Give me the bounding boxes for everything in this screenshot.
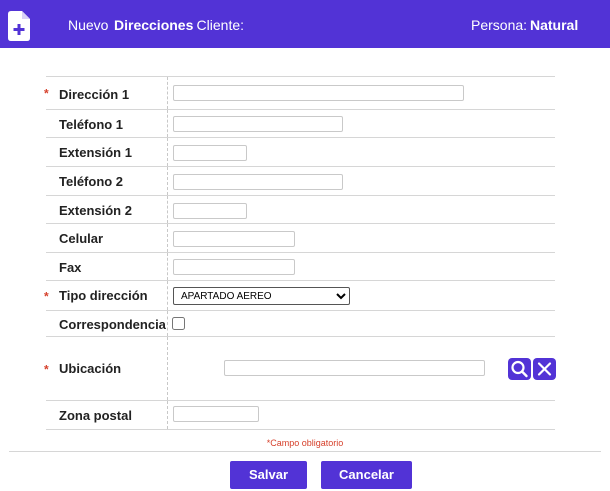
mobile-input[interactable] — [173, 231, 295, 247]
phone2-label: Teléfono 2 — [59, 174, 124, 189]
address1-input[interactable] — [173, 85, 464, 101]
new-document-icon — [8, 11, 30, 41]
row-address1: * Dirección 1 — [44, 76, 555, 110]
row-phone2: Teléfono 2 — [46, 166, 555, 196]
row-ext1: Extensión 1 — [46, 137, 555, 167]
row-mobile: Celular — [46, 223, 555, 253]
cancel-button[interactable]: Cancelar — [321, 461, 412, 489]
required-marker: * — [44, 289, 49, 304]
header-prefix: Nuevo — [68, 17, 109, 33]
location-input[interactable] — [224, 360, 485, 376]
location-label: Ubicación — [59, 361, 122, 376]
ext1-input[interactable] — [173, 145, 247, 161]
header-person-value: Natural — [530, 17, 579, 33]
required-marker: * — [44, 362, 49, 377]
required-field-note: *Campo obligatorio — [266, 438, 344, 448]
ext1-label: Extensión 1 — [59, 145, 132, 160]
correspondence-label: Correspondencia — [59, 317, 166, 332]
row-location: * Ubicación — [44, 336, 556, 401]
zip-label: Zona postal — [59, 408, 132, 423]
phone1-label: Teléfono 1 — [59, 117, 124, 132]
top-bar: Nuevo Direcciones - Cliente: Persona: Na… — [0, 0, 610, 48]
row-ext2: Extensión 2 — [46, 195, 555, 224]
mobile-label: Celular — [59, 231, 104, 246]
search-icon — [511, 360, 528, 378]
address-type-select[interactable]: APARTADO AEREO — [173, 287, 350, 305]
header-person-label: Persona: — [471, 17, 528, 33]
address-form: * Dirección 1 Teléfono 1 Extensión 1 Tel… — [44, 76, 556, 430]
row-fax: Fax — [46, 252, 555, 281]
save-button[interactable]: Salvar — [230, 461, 307, 489]
ext2-label: Extensión 2 — [59, 203, 132, 218]
location-clear-button[interactable] — [533, 358, 556, 380]
zip-input[interactable] — [173, 406, 259, 422]
fax-input[interactable] — [173, 259, 295, 275]
header-client-label: - Cliente: — [188, 17, 245, 33]
header-entity-title: Direcciones — [114, 17, 194, 33]
row-phone1: Teléfono 1 — [46, 109, 555, 138]
ext2-input[interactable] — [173, 203, 247, 219]
address1-label: Dirección 1 — [59, 87, 130, 102]
row-zip: Zona postal — [46, 400, 555, 430]
correspondence-checkbox[interactable] — [172, 317, 185, 330]
location-search-button[interactable] — [508, 358, 531, 380]
fax-label: Fax — [59, 260, 82, 275]
phone1-input[interactable] — [173, 116, 343, 132]
phone2-input[interactable] — [173, 174, 343, 190]
row-address-type: * Tipo dirección APARTADO AEREO — [44, 280, 555, 311]
address-type-label: Tipo dirección — [59, 288, 148, 303]
row-correspondence: Correspondencia — [46, 310, 555, 337]
close-icon — [537, 362, 552, 376]
required-marker: * — [44, 86, 49, 101]
footer-divider — [9, 451, 601, 452]
